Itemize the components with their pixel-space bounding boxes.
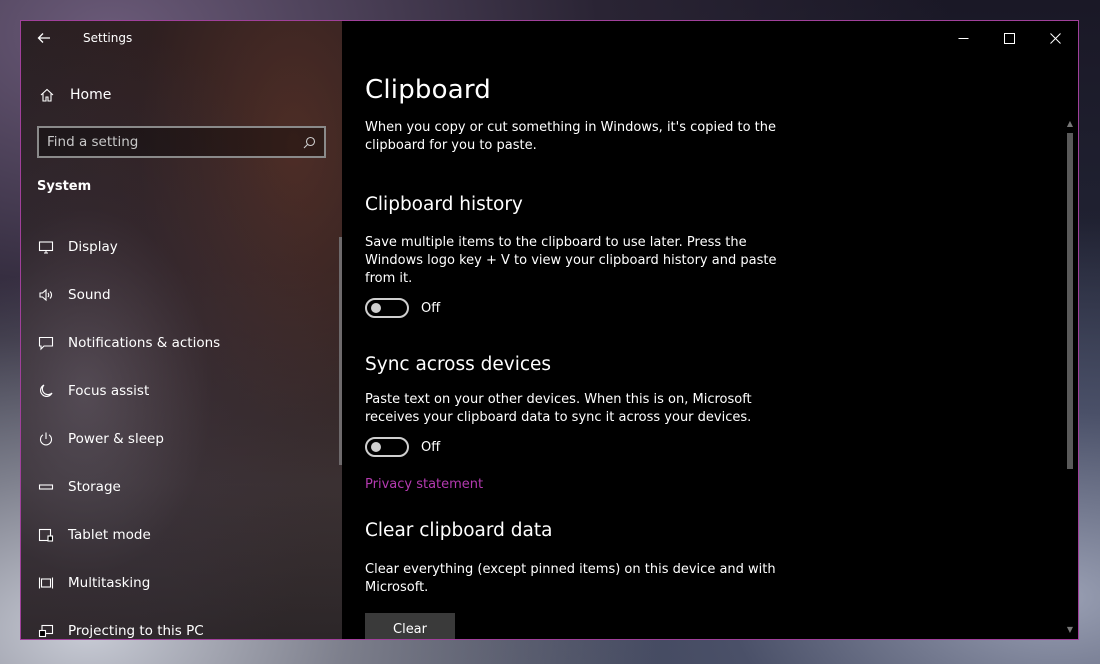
close-icon [1049, 32, 1061, 44]
search-box[interactable] [37, 126, 326, 158]
notification-icon [37, 334, 55, 352]
sidebar-item-label: Storage [68, 479, 121, 495]
power-icon [37, 430, 55, 448]
clear-data-heading: Clear clipboard data [365, 520, 553, 541]
sidebar-item-sound[interactable]: Sound [21, 271, 342, 319]
sidebar-item-display[interactable]: Display [21, 223, 342, 271]
arrow-left-icon [37, 33, 50, 43]
privacy-statement-link[interactable]: Privacy statement [365, 477, 483, 492]
app-title: Settings [83, 31, 133, 45]
window-controls [940, 21, 1078, 55]
page-title: Clipboard [365, 75, 491, 105]
clipboard-history-toggle-row: Off [365, 298, 805, 318]
main-content: Clipboard When you copy or cut something… [342, 21, 1078, 639]
title-bar: Settings [21, 21, 342, 55]
sidebar-item-label: Tablet mode [68, 527, 151, 543]
clipboard-history-toggle-label: Off [421, 300, 441, 316]
maximize-button[interactable] [986, 21, 1032, 55]
back-button[interactable] [21, 21, 67, 55]
section-label-system: System [37, 179, 92, 194]
maximize-icon [1003, 32, 1015, 44]
search-icon[interactable] [302, 135, 316, 149]
search-input[interactable] [47, 134, 302, 150]
sync-heading: Sync across devices [365, 354, 552, 375]
sidebar-item-label: Notifications & actions [68, 335, 221, 351]
sidebar-item-tablet-mode[interactable]: Tablet mode [21, 511, 342, 559]
clear-data-description: Clear everything (except pinned items) o… [365, 562, 776, 595]
close-button[interactable] [1032, 21, 1078, 55]
sidebar-item-label: Sound [68, 287, 111, 303]
clipboard-history-toggle[interactable] [365, 298, 409, 318]
content-scrollbar[interactable]: ▲ ▼ [1066, 119, 1074, 635]
sidebar-item-label: Projecting to this PC [68, 623, 204, 639]
sidebar-item-projecting[interactable]: Projecting to this PC [21, 607, 342, 639]
clipboard-settings: Clipboard When you copy or cut something… [365, 75, 805, 639]
tablet-icon [37, 526, 55, 544]
sync-description: Paste text on your other devices. When t… [365, 392, 752, 425]
projecting-icon [37, 622, 55, 639]
sidebar-item-storage[interactable]: Storage [21, 463, 342, 511]
sidebar-item-label: Multitasking [68, 575, 151, 591]
monitor-icon [37, 238, 55, 256]
multitasking-icon [37, 574, 55, 592]
intro-text: When you copy or cut something in Window… [365, 120, 776, 153]
moon-icon [37, 382, 55, 400]
clipboard-history-description: Save multiple items to the clipboard to … [365, 235, 777, 286]
sidebar-item-power-sleep[interactable]: Power & sleep [21, 415, 342, 463]
sidebar-item-label: Display [68, 239, 118, 255]
sync-toggle-row: Off [365, 437, 805, 457]
sidebar: Settings Home System Display [21, 21, 342, 639]
sidebar-item-label: Home [70, 87, 112, 103]
sidebar-item-label: Focus assist [68, 383, 150, 399]
storage-icon [37, 478, 55, 496]
settings-window: Settings Home System Display [20, 20, 1079, 640]
sync-toggle-label: Off [421, 439, 441, 455]
sidebar-item-label: Power & sleep [68, 431, 164, 447]
clipboard-history-heading: Clipboard history [365, 194, 523, 215]
sidebar-item-home[interactable]: Home [21, 77, 342, 113]
clear-button[interactable]: Clear [365, 613, 455, 639]
toggle-knob [371, 303, 381, 313]
sidebar-item-notifications[interactable]: Notifications & actions [21, 319, 342, 367]
minimize-icon [958, 37, 968, 39]
toggle-knob [371, 442, 381, 452]
sidebar-item-focus-assist[interactable]: Focus assist [21, 367, 342, 415]
scrollbar-thumb[interactable] [1067, 133, 1073, 469]
scroll-down-icon[interactable]: ▼ [1066, 625, 1074, 635]
nav-list: Display Sound Notifications & actions Fo… [21, 223, 342, 639]
sidebar-item-multitasking[interactable]: Multitasking [21, 559, 342, 607]
sync-toggle[interactable] [365, 437, 409, 457]
speaker-icon [37, 286, 55, 304]
scroll-up-icon[interactable]: ▲ [1066, 119, 1074, 129]
home-icon [38, 86, 56, 104]
minimize-button[interactable] [940, 21, 986, 55]
